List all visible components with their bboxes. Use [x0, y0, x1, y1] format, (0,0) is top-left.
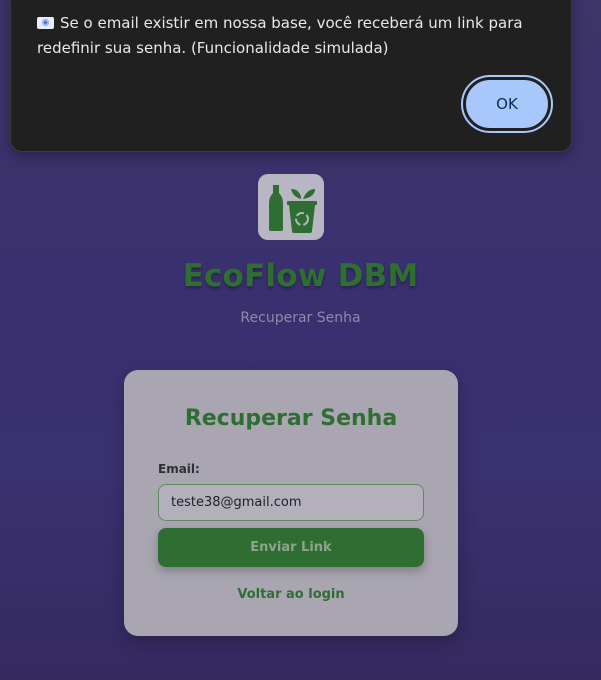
brand-subtitle: Recuperar Senha: [240, 310, 361, 326]
ok-button[interactable]: OK: [461, 75, 553, 133]
dialog-message-wrap: Se o email existir em nossa base, você r…: [37, 11, 537, 61]
brand-title: EcoFlow DBM: [182, 258, 419, 294]
recovery-card: Recuperar Senha Email: Enviar Link Volta…: [124, 370, 458, 636]
globe-icon: [37, 17, 54, 29]
email-input[interactable]: [158, 484, 424, 521]
send-link-button[interactable]: Enviar Link: [158, 528, 424, 567]
dialog-message: Se o email existir em nossa base, você r…: [37, 14, 523, 57]
back-to-login-link[interactable]: Voltar ao login: [124, 587, 458, 602]
card-title: Recuperar Senha: [184, 406, 398, 431]
bottle-and-recycling-bin-icon: [269, 185, 317, 233]
email-label: Email:: [158, 462, 200, 476]
logo-box: [258, 174, 324, 240]
alert-dialog: Se o email existir em nossa base, você r…: [10, 0, 572, 152]
